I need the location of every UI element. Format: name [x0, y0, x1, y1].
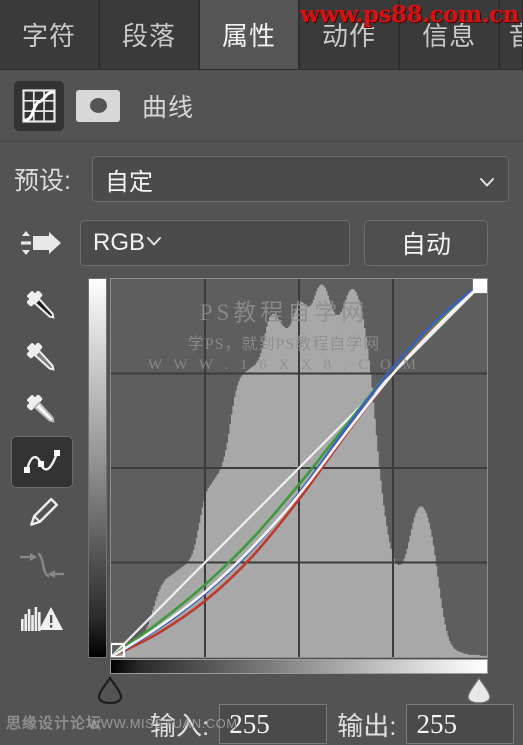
tab-label: 段落 — [122, 21, 177, 51]
chevron-down-icon — [478, 170, 496, 188]
page-title: 曲线 — [142, 93, 195, 122]
black-point-eyedropper-icon[interactable] — [11, 280, 73, 332]
channel-row: RGB 自动 — [0, 212, 523, 274]
shadow-input-slider-handle[interactable] — [97, 676, 123, 705]
auto-button[interactable]: 自动 — [364, 220, 488, 266]
pencil-draw-curve-icon[interactable] — [11, 488, 73, 540]
chevron-down-icon — [145, 229, 163, 257]
curve-point-tool-icon[interactable] — [11, 436, 73, 488]
histogram-warning-icon[interactable] — [11, 592, 73, 644]
adjustment-header-row: 曲线 — [0, 70, 523, 142]
output-gradient-bar — [88, 278, 107, 658]
output-label: 输出: — [337, 710, 397, 741]
curves-tools-column — [6, 280, 78, 644]
channel-value: RGB — [93, 229, 146, 256]
tab-label: 字符 — [22, 21, 77, 51]
preset-value: 自定 — [105, 168, 153, 196]
preset-label: 预设: — [14, 167, 71, 195]
curves-properties-panel: 字符 段落 属性 动作 信息 音 www.ps88.com.cn — [0, 0, 523, 745]
gray-point-eyedropper-icon[interactable] — [11, 332, 73, 384]
watermark-top-right: www.ps88.com.cn — [299, 1, 520, 28]
preset-row: 预设: 自定 — [0, 148, 523, 210]
input-gradient-bar — [110, 659, 488, 674]
output-value-field[interactable]: 255 — [406, 704, 515, 744]
preset-select[interactable]: 自定 — [92, 156, 509, 202]
auto-button-label: 自动 — [400, 231, 451, 259]
layer-mask-thumbnail[interactable] — [76, 89, 120, 122]
channel-select[interactable]: RGB — [80, 220, 350, 266]
curves-plot-svg[interactable] — [111, 279, 487, 657]
smooth-curve-icon[interactable] — [11, 540, 73, 592]
curves-adjustment-icon[interactable] — [14, 80, 64, 131]
watermark-forum-url: WWW.MISSYUAN.COM — [88, 716, 238, 731]
white-point-eyedropper-icon[interactable] — [11, 384, 73, 436]
curves-graph-area: PS教程自学网 学PS，就到PS教程自学网 W W W . 1 6 X X 8 … — [88, 278, 488, 658]
tab-paragraph[interactable]: 段落 — [100, 0, 201, 69]
curves-plot[interactable]: PS教程自学网 学PS，就到PS教程自学网 W W W . 1 6 X X 8 … — [110, 278, 488, 658]
highlight-input-slider-handle[interactable] — [466, 676, 492, 704]
mask-shape-icon — [89, 98, 107, 113]
tab-character[interactable]: 字符 — [0, 0, 101, 69]
tab-label: 属性 — [222, 21, 277, 51]
preset-manager-icon[interactable] — [14, 223, 70, 263]
tab-properties[interactable]: 属性 — [200, 0, 301, 69]
